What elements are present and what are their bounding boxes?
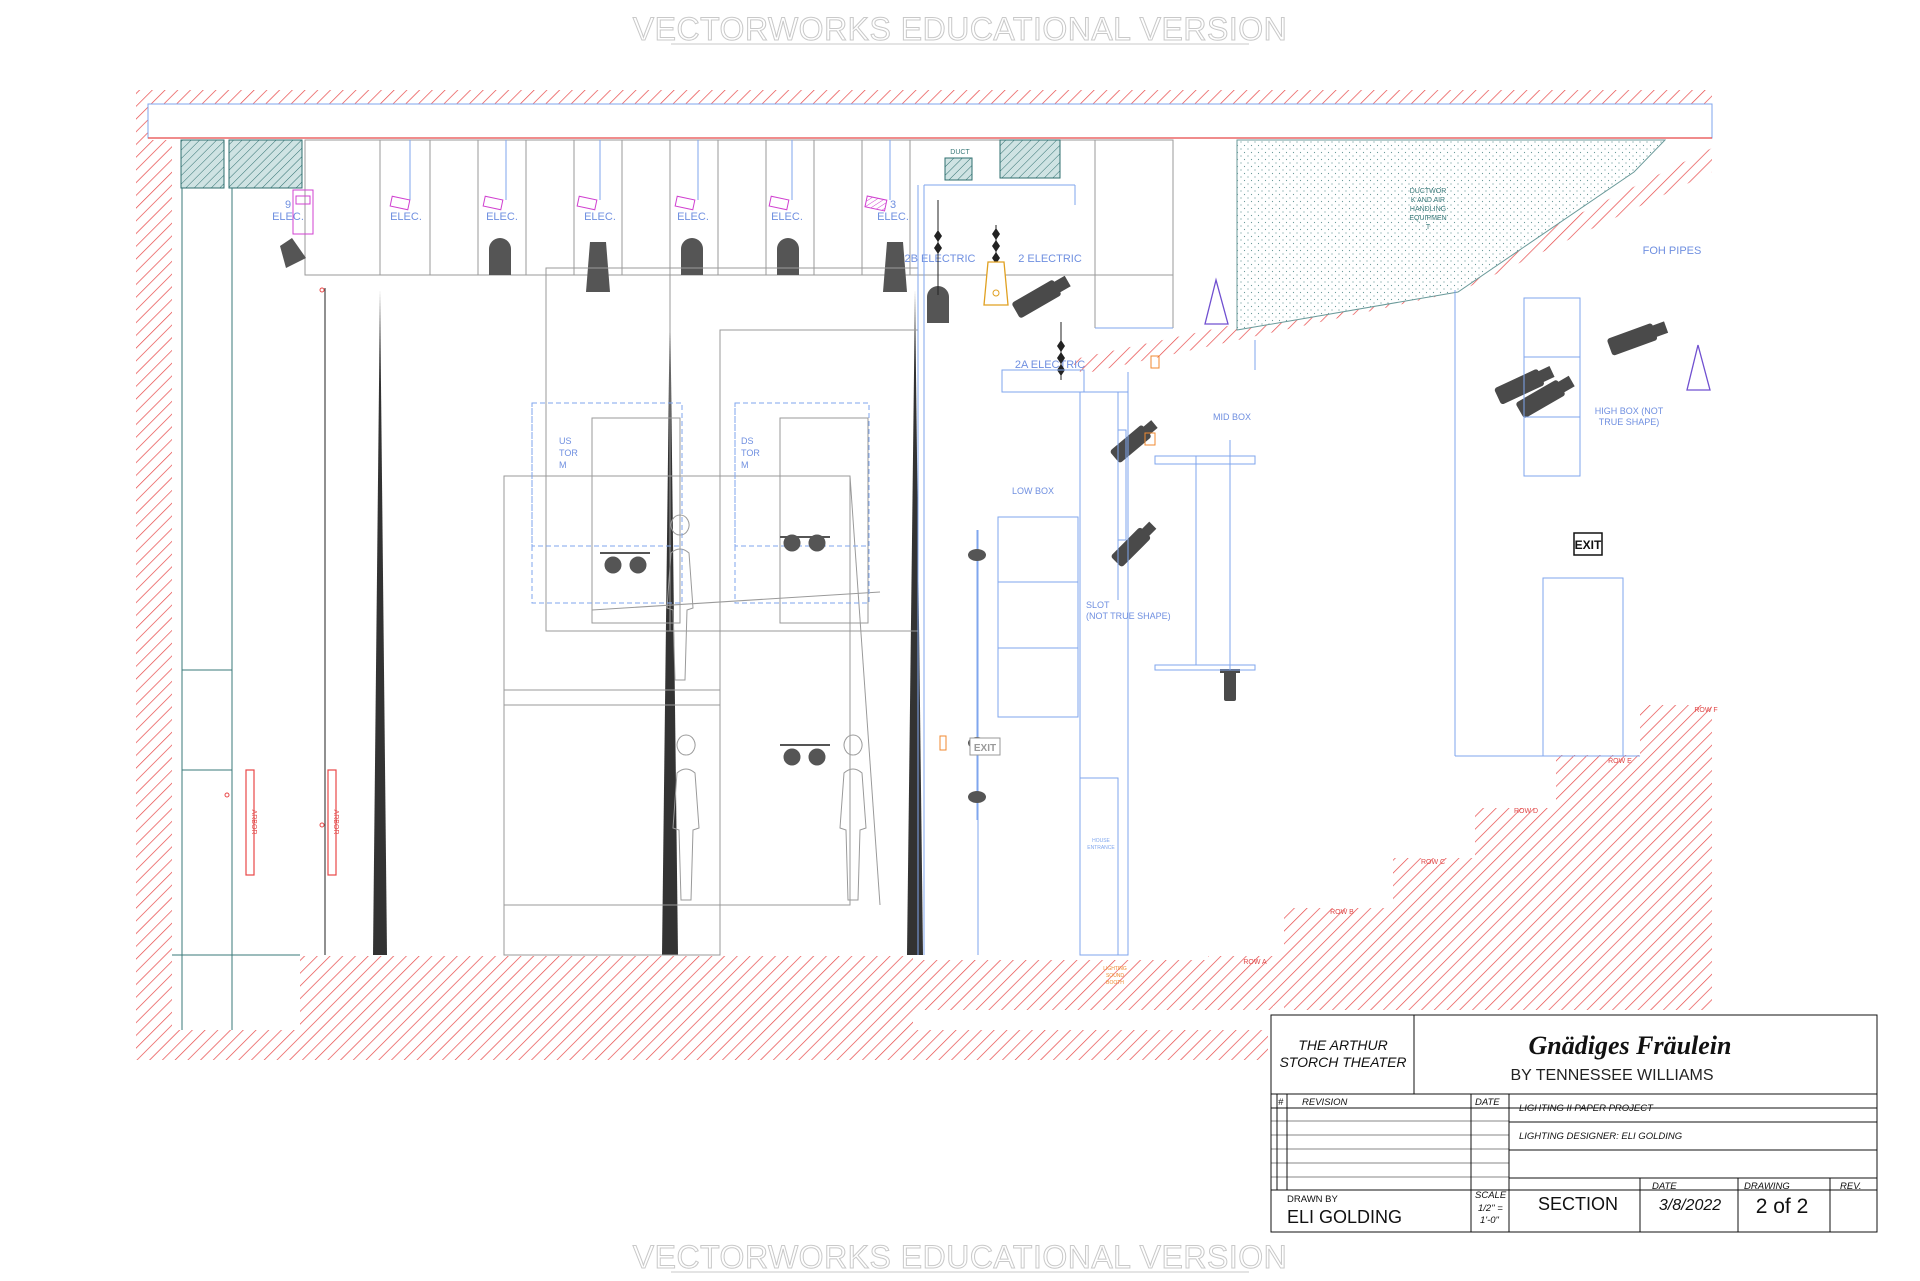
show-title: Gnädiges Fräulein: [1529, 1031, 1732, 1060]
svg-text:#: #: [1278, 1097, 1284, 1108]
svg-text:ROW D: ROW D: [1514, 808, 1538, 815]
theater-name-2: STORCH THEATER: [1279, 1054, 1406, 1070]
svg-text:DATE: DATE: [1475, 1097, 1500, 1108]
svg-text:DRAWING: DRAWING: [1744, 1181, 1790, 1192]
cone-fixture-2: [1686, 344, 1711, 391]
drawn-by: ELI GOLDING: [1287, 1207, 1402, 1227]
electric-2a-label: 2A ELECTRIC: [1015, 359, 1085, 371]
svg-text:TOR: TOR: [559, 448, 578, 458]
drawing-number: 2 of 2: [1756, 1195, 1809, 1218]
title-block: THE ARTHUR STORCH THEATER Gnädiges Fräul…: [1270, 1014, 1878, 1233]
svg-text:BOOTH: BOOTH: [1106, 980, 1124, 986]
human-figures: [666, 514, 867, 901]
ds-torm: DS TOR M: [734, 402, 870, 604]
svg-text:ELEC.: ELEC.: [584, 211, 616, 223]
svg-text:US: US: [559, 436, 572, 446]
low-box-label: LOW BOX: [1012, 486, 1054, 496]
lock-rail-box-1: [180, 139, 225, 189]
ellipsoidal-fixtures: [1012, 275, 1669, 701]
svg-text:M: M: [741, 460, 749, 470]
scenery: [503, 267, 919, 956]
cone-fixture-1: [1204, 277, 1229, 325]
slot-label-1: SLOT: [1086, 600, 1110, 610]
elec-9-label: ELEC.: [272, 211, 304, 223]
drawing-date: 3/8/2022: [1659, 1197, 1721, 1214]
us-torm: US TOR M: [531, 402, 683, 604]
svg-text:DRAWN BY: DRAWN BY: [1287, 1194, 1339, 1205]
slot-label-2: (NOT TRUE SHAPE): [1086, 611, 1171, 621]
svg-text:ROW A: ROW A: [1243, 959, 1267, 966]
svg-text:ELEC.: ELEC.: [390, 211, 422, 223]
lighting-designer: LIGHTING DESIGNER: ELI GOLDING: [1519, 1131, 1682, 1142]
elec-9-number: 9: [285, 199, 291, 211]
svg-text:REV.: REV.: [1840, 1181, 1861, 1192]
svg-text:HOUSE: HOUSE: [1092, 838, 1110, 844]
svg-text:ROW F: ROW F: [1694, 707, 1717, 714]
sheet-type: SECTION: [1538, 1194, 1618, 1214]
hvac-box-1: [944, 157, 973, 181]
svg-text:DS: DS: [741, 436, 754, 446]
svg-text:M: M: [559, 460, 567, 470]
fly-lines: [172, 188, 326, 1030]
high-box-label-1: HIGH BOX (NOT: [1595, 406, 1664, 416]
svg-text:TOR: TOR: [741, 448, 760, 458]
svg-text:ROW C: ROW C: [1421, 859, 1445, 866]
svg-text:ELEC.: ELEC.: [677, 211, 709, 223]
theater-name-1: THE ARTHUR: [1298, 1037, 1387, 1053]
svg-text:1'-0": 1'-0": [1480, 1215, 1500, 1226]
svg-text:ARBOR: ARBOR: [332, 810, 339, 835]
svg-text:T: T: [1426, 224, 1431, 231]
lock-rail-box-2: [228, 139, 303, 189]
watermark-bottom: VECTORWORKS EDUCATIONAL VERSION: [633, 1239, 1287, 1275]
boom-fixtures: [600, 534, 830, 766]
section-drawing: VECTORWORKS EDUCATIONAL VERSION VECTORWO…: [136, 11, 1878, 1276]
high-box-label-2: TRUE SHAPE): [1599, 417, 1660, 427]
elec-3-label: ELEC.: [877, 211, 909, 223]
mid-box-label: MID BOX: [1213, 412, 1251, 422]
svg-text:ENTRANCE: ENTRANCE: [1087, 845, 1115, 851]
svg-text:DUCTWOR: DUCTWOR: [1410, 188, 1447, 195]
pipe-clamps: [968, 530, 986, 820]
hvac-box-2: [999, 139, 1061, 179]
svg-text:HANDLING: HANDLING: [1410, 206, 1446, 213]
foh-pipes-label: FOH PIPES: [1643, 245, 1702, 257]
electric-2-label: 2 ELECTRIC: [1018, 253, 1082, 265]
svg-text:LIGHTING: LIGHTING: [1103, 966, 1127, 972]
svg-text:K AND AIR: K AND AIR: [1411, 197, 1445, 204]
svg-text:ARBOR: ARBOR: [250, 810, 257, 835]
electric-2b-label: 2B ELECTRIC: [905, 253, 976, 265]
svg-text:DATE: DATE: [1652, 1181, 1677, 1192]
svg-text:EQUIPMEN: EQUIPMEN: [1409, 215, 1446, 222]
svg-text:1/2" =: 1/2" =: [1478, 1203, 1503, 1214]
svg-text:ELEC.: ELEC.: [771, 211, 803, 223]
svg-text:ELEC.: ELEC.: [486, 211, 518, 223]
svg-text:ROW E: ROW E: [1608, 758, 1632, 765]
show-author: BY TENNESSEE WILLIAMS: [1510, 1067, 1713, 1084]
svg-text:SCALE: SCALE: [1475, 1190, 1507, 1201]
elec-3-number: 3: [890, 199, 896, 211]
svg-text:SOUND: SOUND: [1106, 973, 1124, 979]
project-name: LIGHTING II PAPER PROJECT: [1519, 1103, 1654, 1114]
svg-text:EXIT: EXIT: [1575, 538, 1602, 552]
svg-text:EXIT: EXIT: [974, 743, 996, 754]
watermark-top: VECTORWORKS EDUCATIONAL VERSION: [633, 11, 1287, 47]
svg-text:REVISION: REVISION: [1302, 1097, 1348, 1108]
pipe-drops: [409, 140, 891, 200]
svg-text:ROW B: ROW B: [1330, 909, 1354, 916]
ductwork-area: DUCTWOR K AND AIR HANDLING EQUIPMEN T: [1236, 139, 1667, 331]
svg-text:DUCT: DUCT: [950, 149, 970, 156]
